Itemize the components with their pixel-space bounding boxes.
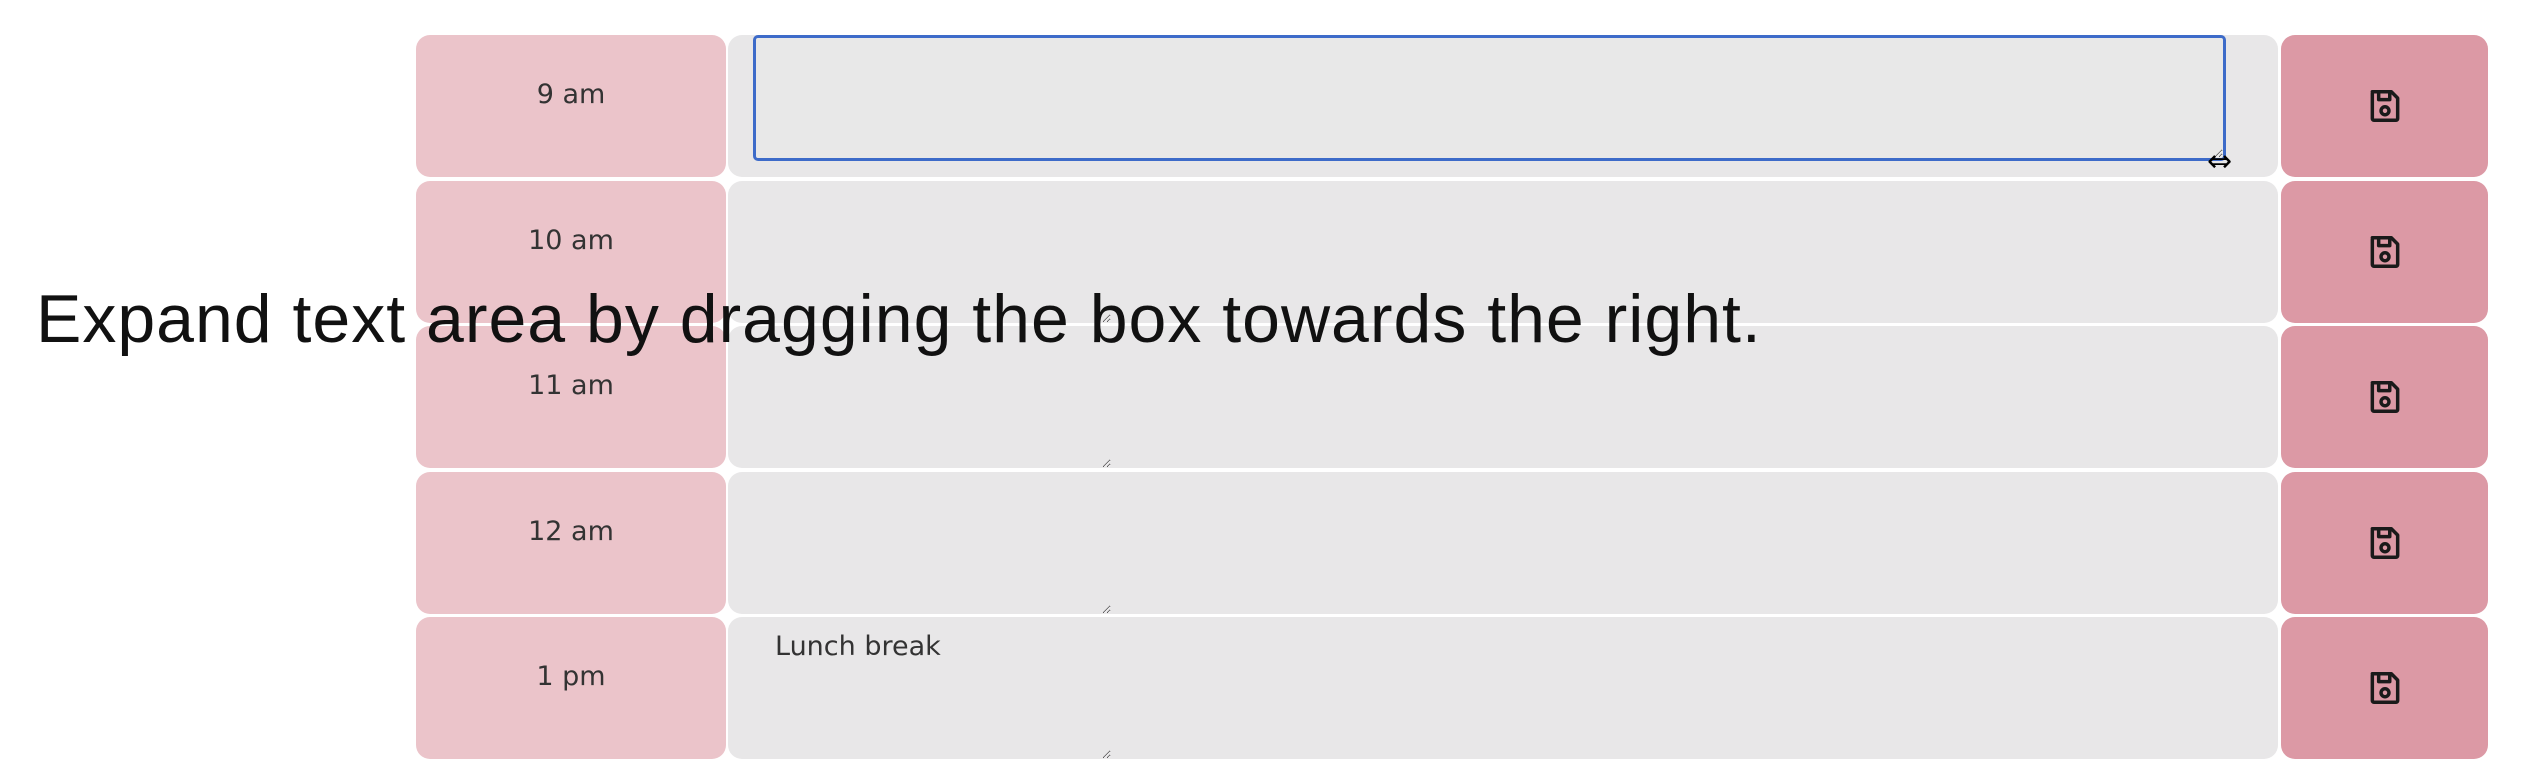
floppy-disk-icon bbox=[2370, 672, 2399, 704]
description-cell bbox=[728, 35, 2278, 177]
description-cell: Lunch break bbox=[728, 617, 2278, 759]
description-textarea[interactable] bbox=[753, 35, 2226, 161]
time-block-row: 12 am bbox=[416, 472, 2488, 614]
floppy-disk-icon bbox=[2370, 90, 2399, 122]
time-block-row: 1 pm Lunch break bbox=[416, 617, 2488, 759]
floppy-disk-icon bbox=[2370, 236, 2399, 268]
floppy-disk-icon bbox=[2370, 381, 2399, 413]
instruction-caption: Expand text area by dragging the box tow… bbox=[36, 281, 1762, 357]
save-button[interactable] bbox=[2281, 472, 2488, 614]
save-button[interactable] bbox=[2281, 617, 2488, 759]
description-textarea[interactable]: Lunch break bbox=[753, 617, 1111, 759]
hour-label: 1 pm bbox=[416, 617, 726, 759]
hour-label: 9 am bbox=[416, 35, 726, 177]
floppy-disk-icon bbox=[2370, 527, 2399, 559]
save-button[interactable] bbox=[2281, 326, 2488, 468]
description-textarea[interactable] bbox=[753, 472, 1111, 614]
description-cell bbox=[728, 472, 2278, 614]
hour-label: 12 am bbox=[416, 472, 726, 614]
time-block-row: 9 am bbox=[416, 35, 2488, 177]
save-button[interactable] bbox=[2281, 181, 2488, 323]
resize-cursor-icon: ⇔ bbox=[2207, 144, 2233, 179]
save-button[interactable] bbox=[2281, 35, 2488, 177]
